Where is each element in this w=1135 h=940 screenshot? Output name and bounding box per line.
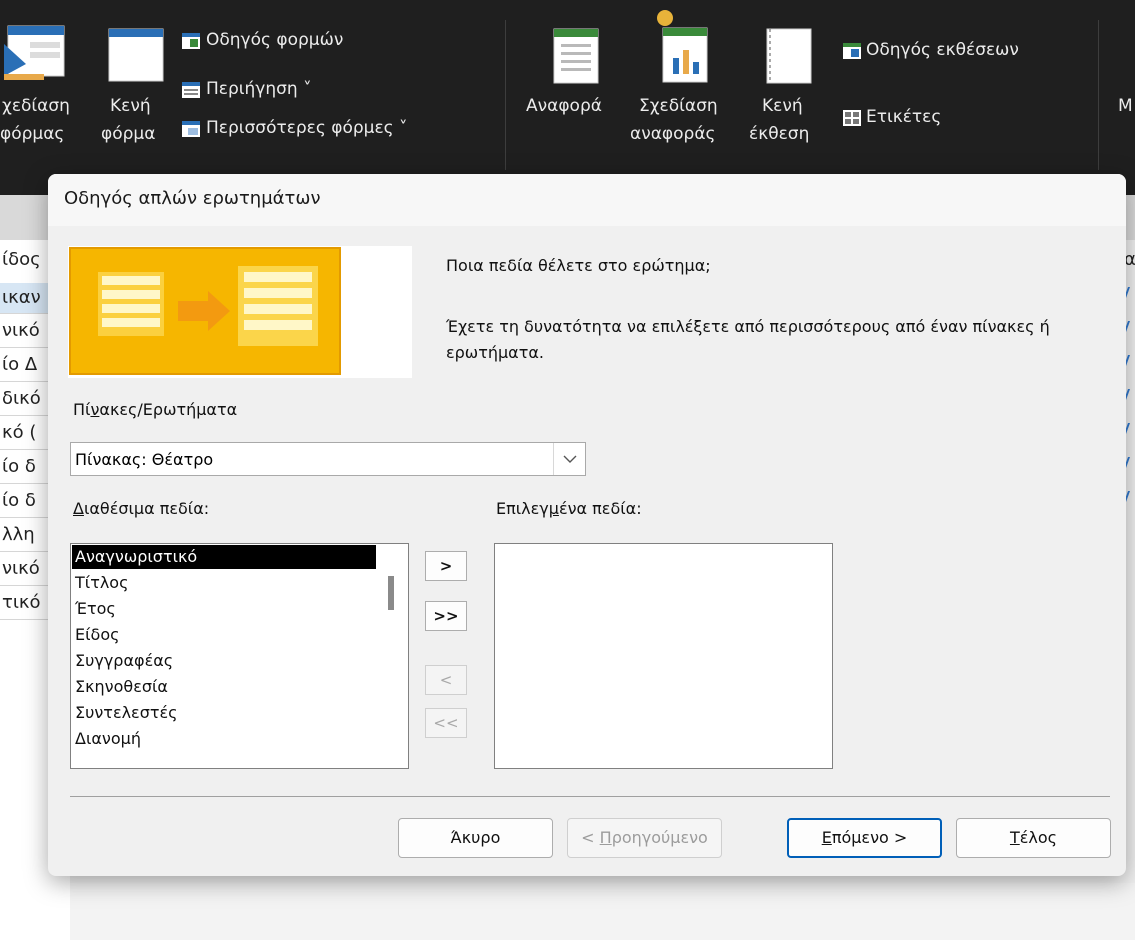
tables-label-part: Πί — [73, 400, 91, 419]
add-all-fields-button[interactable]: >> — [425, 601, 467, 631]
ribbon: χεδίαση φόρμας Κενή φόρμα Οδηγός φορμών … — [0, 0, 1135, 195]
tables-queries-dropdown[interactable]: Πίνακας: Θέατρο — [70, 442, 586, 476]
list-item[interactable]: Διανομή — [75, 727, 141, 751]
available-fields-list[interactable]: Αναγνωριστικό Τίτλος Έτος Είδος Συγγραφέ… — [70, 543, 409, 769]
blank-form-label-1[interactable]: Κενή — [110, 96, 151, 116]
form-wizard-icon — [182, 33, 200, 49]
query-wizard-graphic-icon — [69, 247, 341, 375]
selected-fields-list[interactable] — [494, 543, 833, 769]
table-row[interactable]: κό ( — [2, 422, 54, 443]
dropdown-value: Πίνακας: Θέατρο — [75, 450, 214, 469]
blank-report-icon — [766, 28, 812, 84]
selected-label-rest: ένα πεδία: — [558, 499, 642, 518]
table-row[interactable]: ίο δ — [2, 456, 54, 477]
tables-queries-label: Πίνακες/Ερωτήματα — [73, 400, 237, 419]
more-forms-icon — [182, 121, 200, 137]
navigation-button[interactable]: Περιήγηση ˅ — [206, 79, 312, 99]
back-label-accesskey: Π — [599, 828, 612, 847]
list-item[interactable]: Έτος — [75, 597, 116, 621]
next-label-accesskey: Ε — [821, 828, 832, 847]
labels-icon — [843, 110, 861, 126]
table-row[interactable]: ικαν — [2, 287, 54, 308]
dropdown-separator — [553, 443, 554, 475]
back-label-rest: ροηγούμενο — [611, 828, 708, 847]
blank-report-label-1[interactable]: Κενή — [762, 96, 803, 116]
finish-label-accesskey: Τ — [1009, 828, 1020, 847]
report-design-icon — [657, 10, 708, 83]
next-button[interactable]: Επόμενο > — [787, 818, 942, 858]
footer-divider — [70, 796, 1110, 797]
table-row[interactable]: ίο δ — [2, 490, 54, 511]
available-label-rest: ιαθέσιμα πεδία: — [83, 499, 210, 518]
report-design-label-1[interactable]: Σχεδίαση — [639, 96, 718, 116]
next-label-rest: πόμενο > — [831, 828, 908, 847]
form-design-icon — [4, 25, 65, 80]
table-row[interactable]: τικό — [2, 592, 54, 613]
more-forms-button[interactable]: Περισσότερες φόρμες ˅ — [206, 118, 408, 138]
selected-fields-label: Επιλεγμένα πεδία: — [496, 499, 642, 518]
report-icon — [553, 28, 599, 84]
report-design-label-2[interactable]: αναφοράς — [630, 124, 716, 144]
ribbon-separator-2 — [1098, 20, 1099, 170]
back-label-part: < — [581, 828, 600, 847]
list-item[interactable]: Είδος — [75, 623, 120, 647]
list-item[interactable]: Τίτλος — [75, 571, 128, 595]
macro-button-partial[interactable]: M — [1118, 96, 1133, 116]
selected-label-accesskey: μ — [548, 499, 559, 518]
list-scrollbar-thumb[interactable] — [388, 576, 394, 610]
list-item[interactable]: Συγγραφέας — [75, 649, 173, 673]
dialog-title: Οδηγός απλών ερωτημάτων — [64, 188, 321, 209]
ribbon-separator — [505, 20, 506, 170]
available-fields-label: Διαθέσιμα πεδία: — [73, 499, 209, 518]
remove-all-fields-button[interactable]: << — [425, 708, 467, 738]
blank-form-label-2[interactable]: φόρμα — [101, 124, 155, 144]
back-button[interactable]: < Προηγούμενο — [567, 818, 722, 858]
available-label-accesskey: Δ — [73, 499, 84, 518]
labels-button[interactable]: Ετικέτες — [866, 107, 941, 127]
form-design-label-2[interactable]: φόρμας — [0, 124, 64, 144]
report-button[interactable]: Αναφορά — [526, 96, 602, 116]
form-wizard-button[interactable]: Οδηγός φορμών — [206, 30, 343, 50]
list-item[interactable]: Σκηνοθεσία — [75, 675, 168, 699]
table-row[interactable]: δικό — [2, 388, 54, 409]
wizard-illustration — [68, 246, 412, 378]
chevron-down-icon[interactable] — [561, 452, 579, 466]
finish-button[interactable]: Τέλος — [956, 818, 1111, 858]
hint-text-line-1: Έχετε τη δυνατότητα να επιλέξετε από περ… — [446, 317, 1050, 336]
selected-label-part: Επιλεγ — [496, 499, 549, 518]
form-design-label-1[interactable]: χεδίαση — [2, 96, 70, 116]
list-item[interactable]: Αναγνωριστικό — [72, 545, 376, 569]
list-item[interactable]: Συντελεστές — [75, 701, 178, 725]
cancel-button[interactable]: Άκυρο — [398, 818, 553, 858]
add-field-button[interactable]: > — [425, 551, 467, 581]
navigation-icon — [182, 82, 200, 98]
report-wizard-icon — [843, 43, 861, 59]
report-wizard-button[interactable]: Οδηγός εκθέσεων — [866, 40, 1019, 60]
table-row[interactable]: λλη — [2, 524, 54, 545]
simple-query-wizard-dialog: Οδηγός απλών ερωτημάτων Ποια πεδία θέλετ… — [48, 174, 1126, 876]
blank-report-label-2[interactable]: έκθεση — [749, 124, 809, 144]
blank-form-icon — [108, 28, 164, 82]
finish-label-rest: έλος — [1019, 828, 1058, 847]
question-text: Ποια πεδία θέλετε στο ερώτημα; — [446, 256, 711, 275]
hint-text-line-2: ερωτήματα. — [446, 343, 544, 362]
remove-field-button[interactable]: < — [425, 665, 467, 695]
tables-label-rest: ακες/Ερωτήματα — [99, 400, 238, 419]
table-row[interactable]: νικό — [2, 320, 54, 341]
table-row[interactable]: ίο Δ — [2, 354, 54, 375]
table-row[interactable]: νικό — [2, 558, 54, 579]
